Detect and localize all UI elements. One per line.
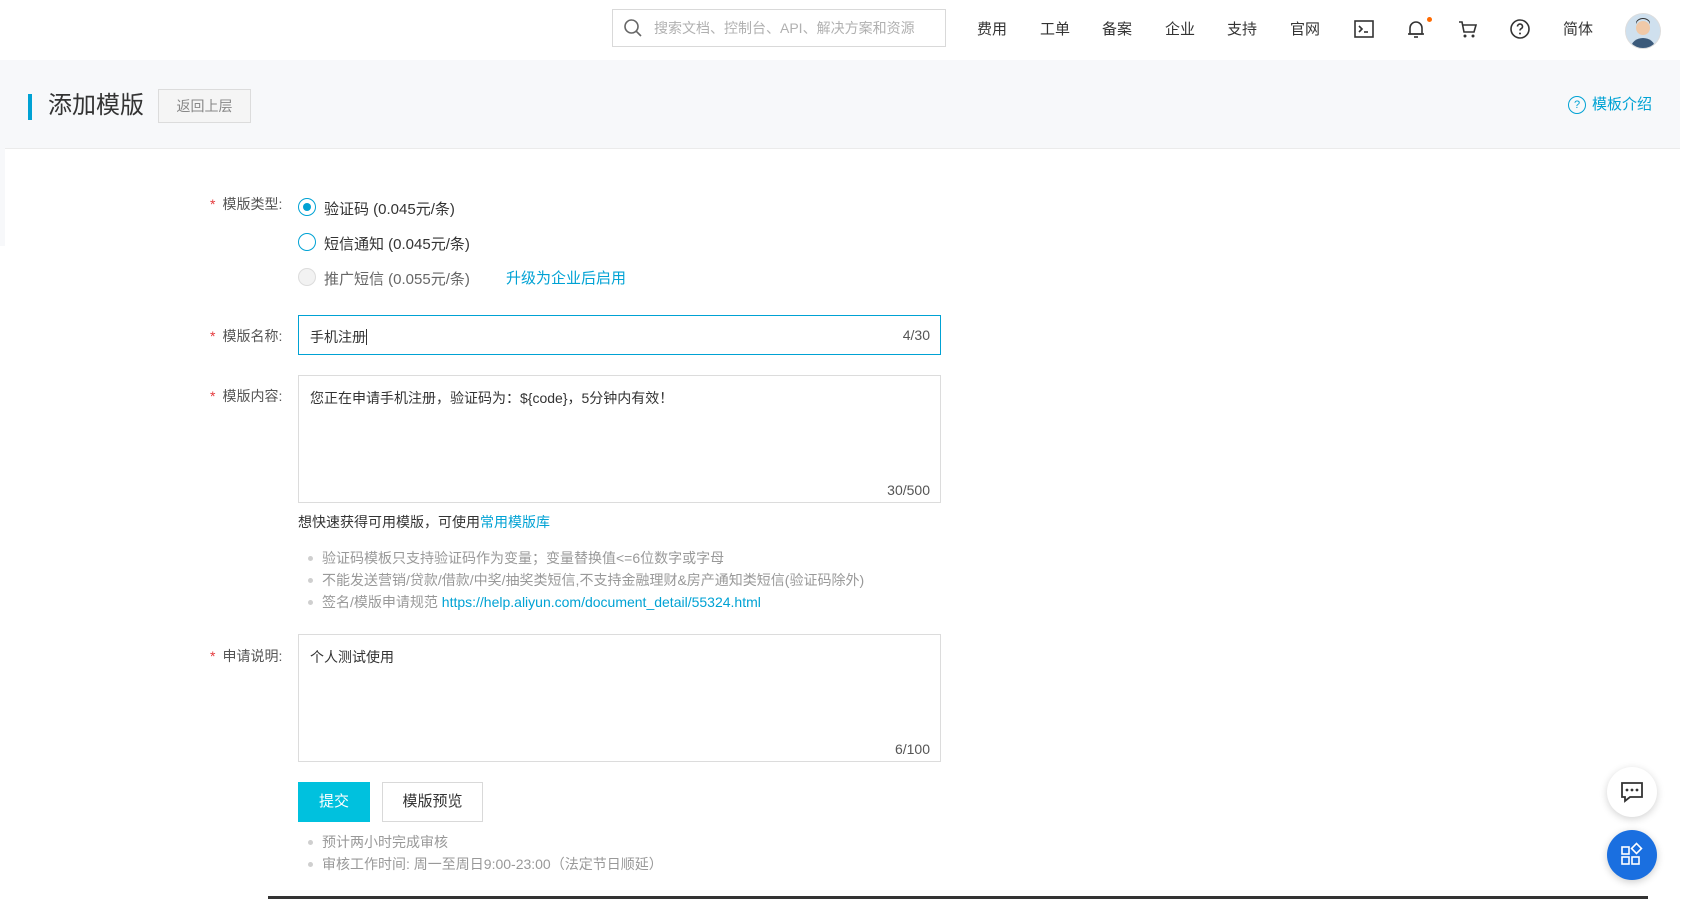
terminal-icon[interactable] <box>1352 17 1376 41</box>
required-mark: * <box>210 196 216 212</box>
notification-dot <box>1427 17 1432 22</box>
back-button[interactable]: 返回上层 <box>158 89 251 123</box>
nav-tickets[interactable]: 工单 <box>1040 0 1070 60</box>
review-notes-list: 预计两小时完成审核 审核工作时间: 周一至周日9:00-23:00（法定节日顺延… <box>298 831 663 875</box>
avatar-icon <box>1626 14 1660 48</box>
rule-item: 不能发送营销/贷款/借款/中奖/抽奖类短信,不支持金融理财&房产通知类短信(验证… <box>298 569 864 591</box>
template-content-textarea[interactable]: 您正在申请手机注册，验证码为：${code}，5分钟内有效！ 30/500 <box>298 375 941 503</box>
radio-promotion-sms <box>298 268 316 286</box>
template-name-input[interactable]: 手机注册 4/30 <box>298 315 941 355</box>
rule-link-prefix: 签名/模版申请规范 <box>322 594 442 610</box>
nav-official-site[interactable]: 官网 <box>1290 0 1320 60</box>
apps-float-button[interactable] <box>1607 830 1657 880</box>
template-library-hint-text: 想快速获得可用模版，可使用 <box>298 514 480 530</box>
page-header: 添加模版 返回上层 ? 模板介绍 <box>0 60 1680 149</box>
radio-promotion-sms-label: 推广短信 (0.055元/条) <box>324 271 470 288</box>
name-label: * 模版名称: <box>210 326 282 346</box>
search-icon <box>624 19 642 37</box>
content-rules-list: 验证码模板只支持验证码作为变量；变量替换值<=6位数字或字母 不能发送营销/贷款… <box>298 547 864 613</box>
common-template-library-link[interactable]: 常用模版库 <box>480 514 550 530</box>
chat-float-button[interactable] <box>1607 767 1657 817</box>
template-library-hint: 想快速获得可用模版，可使用常用模版库 <box>298 512 550 532</box>
rule-item: 签名/模版申请规范 https://help.aliyun.com/docume… <box>298 591 864 613</box>
scrollbar[interactable] <box>1680 60 1688 899</box>
nav-fees[interactable]: 费用 <box>977 0 1007 60</box>
name-label-text: 模版名称: <box>222 328 283 344</box>
template-name-value: 手机注册 <box>310 329 367 345</box>
review-note-item: 审核工作时间: 周一至周日9:00-23:00（法定节日顺延） <box>298 853 663 875</box>
apps-grid-icon <box>1621 842 1643 865</box>
template-content-value: 您正在申请手机注册，验证码为：${code}，5分钟内有效！ <box>310 390 674 406</box>
required-mark: * <box>210 648 216 664</box>
type-label: * 模版类型: <box>210 194 282 214</box>
nav-support[interactable]: 支持 <box>1227 0 1257 60</box>
application-description-textarea[interactable]: 个人测试使用 6/100 <box>298 634 941 762</box>
template-intro-label: 模板介绍 <box>1592 96 1653 113</box>
content-label: * 模版内容: <box>210 386 282 406</box>
language-switch[interactable]: 简体 <box>1563 0 1593 60</box>
help-icon[interactable] <box>1508 17 1532 41</box>
cart-icon[interactable] <box>1456 17 1480 41</box>
nav-icp-filing[interactable]: 备案 <box>1102 0 1132 60</box>
help-document-link[interactable]: https://help.aliyun.com/document_detail/… <box>442 594 761 610</box>
submit-button[interactable]: 提交 <box>298 782 370 822</box>
search-placeholder: 搜索文档、控制台、API、解决方案和资源 <box>654 20 915 36</box>
template-preview-button[interactable]: 模版预览 <box>382 782 483 822</box>
type-label-text: 模版类型: <box>222 196 283 212</box>
user-avatar[interactable] <box>1625 13 1661 49</box>
template-name-counter: 4/30 <box>902 327 930 343</box>
application-description-counter: 6/100 <box>894 741 930 757</box>
radio-sms-notification-label[interactable]: 短信通知 (0.045元/条) <box>324 233 470 254</box>
radio-verification-code[interactable] <box>298 198 316 216</box>
upgrade-enterprise-link[interactable]: 升级为企业后启用 <box>506 267 626 288</box>
required-mark: * <box>210 388 216 404</box>
text-caret <box>366 329 367 345</box>
description-label-text: 申请说明: <box>222 648 283 664</box>
nav-enterprise[interactable]: 企业 <box>1165 0 1195 60</box>
question-circle-icon: ? <box>1568 96 1586 114</box>
content-label-text: 模版内容: <box>222 388 283 404</box>
page-title: 添加模版 <box>48 92 144 119</box>
required-mark: * <box>210 328 216 344</box>
title-accent-bar <box>28 94 32 120</box>
top-navigation-bar: 搜索文档、控制台、API、解决方案和资源 费用 工单 备案 企业 支持 官网 简… <box>0 0 1688 61</box>
description-label: * 申请说明: <box>210 646 282 666</box>
search-box[interactable]: 搜索文档、控制台、API、解决方案和资源 <box>612 9 946 47</box>
radio-verification-code-label[interactable]: 验证码 (0.045元/条) <box>324 198 455 219</box>
bell-icon[interactable] <box>1404 17 1428 41</box>
application-description-value: 个人测试使用 <box>310 649 394 665</box>
chat-icon <box>1621 782 1643 803</box>
radio-sms-notification[interactable] <box>298 233 316 251</box>
left-edge-strip <box>0 148 5 246</box>
template-content-counter: 30/500 <box>887 482 930 498</box>
rule-item: 验证码模板只支持验证码作为变量；变量替换值<=6位数字或字母 <box>298 547 864 569</box>
review-note-item: 预计两小时完成审核 <box>298 831 663 853</box>
